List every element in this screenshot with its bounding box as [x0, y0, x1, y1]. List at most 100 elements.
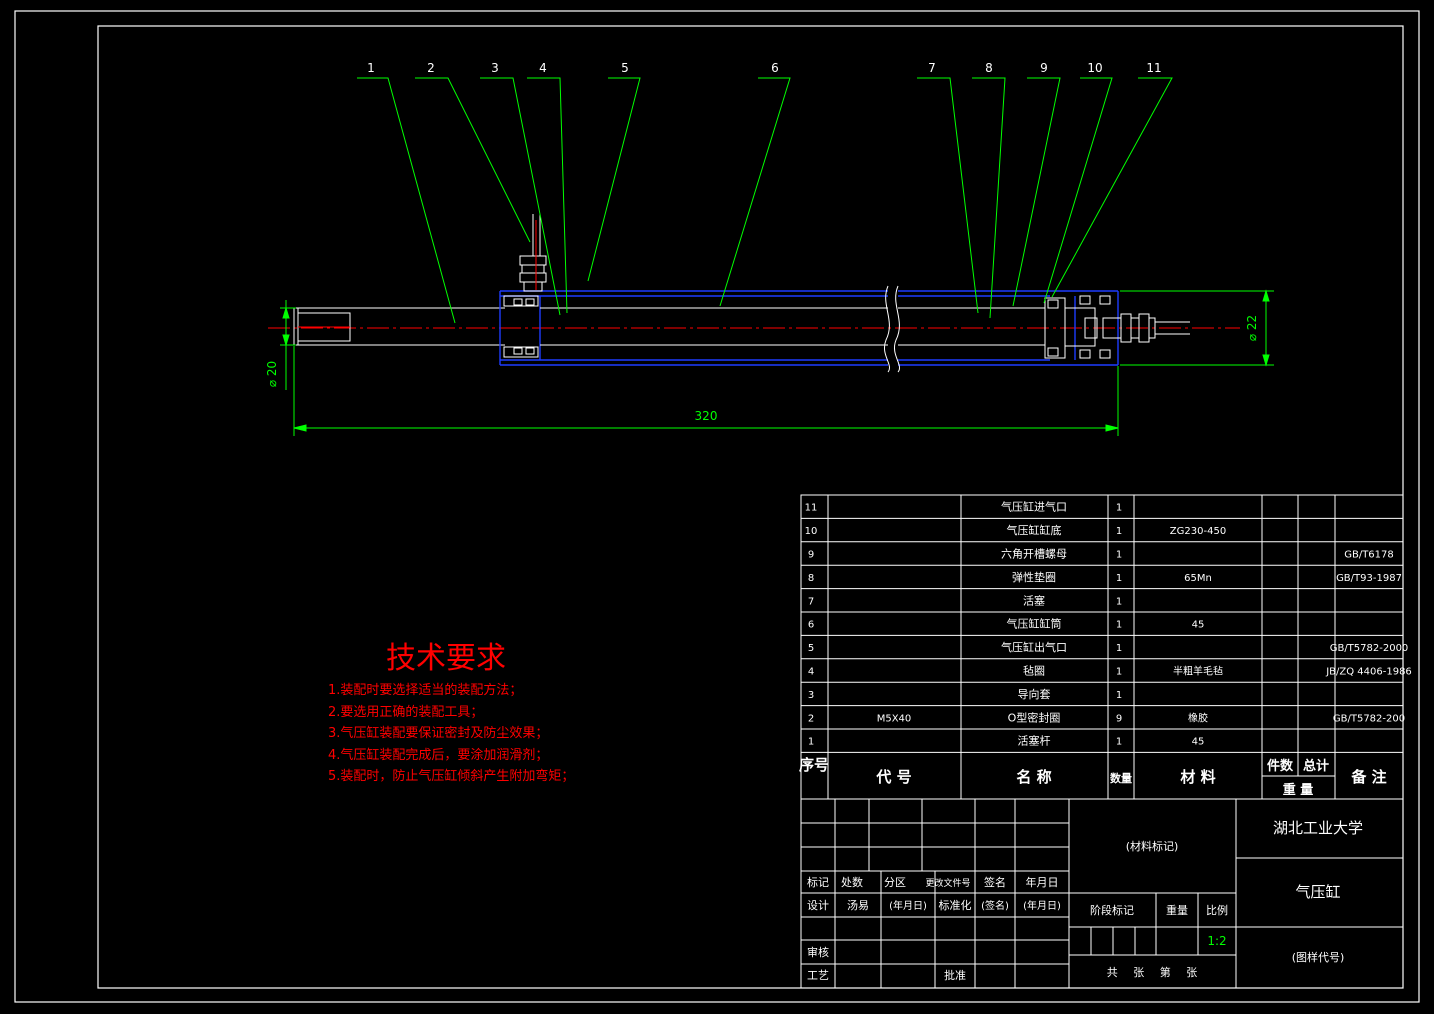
- parts-list-cell-qty: 1: [1116, 620, 1122, 631]
- rev-header-mark: 标记: [807, 875, 829, 889]
- standardize-date: (年月日): [1023, 899, 1061, 912]
- parts-list-cell-name: O型密封圈: [1008, 710, 1061, 724]
- parts-list-cell-qty: 1: [1116, 526, 1122, 537]
- callout-1: 1: [367, 61, 375, 75]
- header-note: 备 注: [1350, 768, 1386, 786]
- dim-320-label: 320: [695, 409, 718, 423]
- drawing-name: 气压缸: [1295, 883, 1340, 901]
- requirement-2: 2.要选用正确的装配工具；: [328, 704, 483, 720]
- parts-list-cell-code: M5X40: [877, 713, 912, 724]
- technical-requirements: 技术要求 1.装配时要选择适当的装配方法； 2.要选用正确的装配工具； 3.气压…: [328, 641, 574, 784]
- header-qty: 数量: [1110, 771, 1132, 785]
- rev-header-date: 年月日: [1026, 875, 1059, 889]
- requirement-5: 5.装配时，防止气压缸倾斜产生附加弯矩；: [328, 768, 574, 784]
- dim-barrel-label: ⌀ 22: [1245, 315, 1259, 341]
- rev-header-count: 处数: [841, 876, 863, 889]
- approve-label: 批准: [944, 968, 966, 982]
- material-mark: (材料标记): [1126, 839, 1179, 853]
- design-label: 设计: [807, 899, 829, 912]
- process-label: 工艺: [807, 969, 829, 982]
- parts-list-cell-material: 65Mn: [1184, 573, 1212, 584]
- parts-list-cell-no: 7: [808, 596, 814, 607]
- parts-list-cell-name: 活塞杆: [1018, 734, 1051, 748]
- scale-value: 1:2: [1207, 934, 1226, 948]
- standardize-label: 标准化: [939, 898, 972, 912]
- parts-list-cell-material: 半粗羊毛毡: [1173, 665, 1223, 678]
- parts-list-cell-note: JB/ZQ 4406-1986: [1325, 667, 1412, 678]
- callout-10: 10: [1087, 61, 1102, 75]
- parts-list-cell-no: 8: [808, 573, 814, 584]
- sheet-count: 共 张 第 张: [1107, 965, 1198, 979]
- inner-frame: [97, 25, 1404, 989]
- drawing-code: (图样代号): [1292, 950, 1345, 964]
- rev-header-file: 更改文件号: [925, 877, 970, 889]
- parts-list-cell-name: 气压缸缸底: [1007, 523, 1062, 537]
- callout-8: 8: [985, 61, 993, 75]
- requirement-4: 4.气压缸装配完成后，要涂加润滑剂；: [328, 747, 548, 763]
- parts-list-cell-name: 气压缸出气口: [1001, 640, 1067, 654]
- header-no: 序号: [799, 756, 829, 774]
- parts-list-cell-note: GB/T6178: [1344, 550, 1394, 561]
- parts-list-cell-note: GB/T5782-200: [1333, 713, 1405, 724]
- assembly-drawing: 320 ⌀ 20 ⌀ 22 1 2 3 4 5 6 7 8 9 10 11 技术…: [14, 10, 1420, 1003]
- parts-list-cell-name: 六角开槽螺母: [1001, 548, 1067, 561]
- break-line-left: [884, 285, 890, 373]
- piston-assembly: [1044, 295, 1111, 359]
- school-name: 湖北工业大学: [1273, 819, 1363, 837]
- header-code: 代 号: [875, 768, 911, 786]
- parts-list-cell-qty: 1: [1116, 643, 1122, 654]
- rev-header-zone: 分区: [884, 876, 906, 889]
- parts-list-cell-no: 4: [808, 667, 814, 678]
- parts-list-cell-no: 10: [805, 526, 818, 537]
- parts-list-cell-no: 9: [808, 550, 814, 561]
- weight-label: 重量: [1166, 903, 1188, 917]
- parts-list-cell-note: GB/T93-1987: [1336, 573, 1402, 584]
- callout-7: 7: [928, 61, 936, 75]
- parts-list-cell-qty: 1: [1116, 573, 1122, 584]
- parts-list-cell-material: 45: [1192, 737, 1205, 748]
- parts-list-cell-qty: 1: [1116, 667, 1122, 678]
- review-label: 审核: [807, 945, 829, 959]
- parts-list-cell-no: 1: [808, 737, 814, 748]
- parts-list-rows: 11 气压缸进气口 110 气压缸缸底 1 ZG230-4509 六角开槽螺母 1 GB/T61…: [801, 500, 1412, 753]
- rev-header-sign: 签名: [984, 875, 1006, 889]
- requirement-3: 3.气压缸装配要保证密封及防尘效果；: [328, 725, 548, 741]
- callout-11: 11: [1146, 61, 1161, 75]
- parts-list-cell-qty: 1: [1116, 550, 1122, 561]
- stage-mark: 阶段标记: [1090, 903, 1134, 917]
- scale-label: 比例: [1206, 903, 1228, 917]
- parts-list-cell-name: 气压缸缸筒: [1007, 617, 1062, 631]
- callout-6: 6: [771, 61, 779, 75]
- dim-rod-label: ⌀ 20: [265, 361, 279, 387]
- parts-list-cell-note: GB/T5782-2000: [1330, 643, 1409, 654]
- parts-list-cell-name: 活塞: [1023, 593, 1045, 607]
- parts-list-cell-name: 气压缸进气口: [1001, 500, 1067, 514]
- callout-numbers: 1 2 3 4 5 6 7 8 9 10 11: [367, 61, 1161, 75]
- parts-list-cell-name: 弹性垫圈: [1012, 570, 1056, 584]
- parts-list-cell-no: 11: [805, 503, 818, 514]
- header-single: 件数: [1267, 758, 1294, 774]
- requirements-title: 技术要求: [386, 641, 506, 676]
- title-block-text: (材料标记) 湖北工业大学 气压缸 (图样代号) 阶段标记 重量 比例 1:2 …: [807, 819, 1363, 982]
- callout-5: 5: [621, 61, 629, 75]
- parts-list-cell-qty: 1: [1116, 503, 1122, 514]
- header-weight: 重 量: [1283, 782, 1314, 798]
- outer-frame: [14, 10, 1420, 1003]
- parts-list-cell-material: ZG230-450: [1170, 526, 1226, 537]
- parts-list-cell-material: 橡胶: [1188, 711, 1208, 724]
- parts-list-cell-no: 3: [808, 690, 814, 701]
- parts-list-cell-name: 导向套: [1018, 687, 1051, 701]
- header-material: 材 料: [1180, 768, 1215, 786]
- parts-list-cell-no: 2: [808, 713, 814, 724]
- parts-list: [800, 494, 1404, 800]
- callout-3: 3: [491, 61, 499, 75]
- header-total: 总计: [1303, 758, 1329, 774]
- parts-list-cell-qty: 9: [1116, 713, 1122, 724]
- parts-list-cell-qty: 1: [1116, 596, 1122, 607]
- parts-list-cell-material: 45: [1192, 620, 1205, 631]
- signature-label: (签名): [981, 899, 1009, 912]
- guide-sleeve: [503, 295, 539, 358]
- callout-9: 9: [1040, 61, 1048, 75]
- parts-list-cell-no: 5: [808, 643, 814, 654]
- requirement-1: 1.装配时要选择适当的装配方法；: [328, 682, 522, 698]
